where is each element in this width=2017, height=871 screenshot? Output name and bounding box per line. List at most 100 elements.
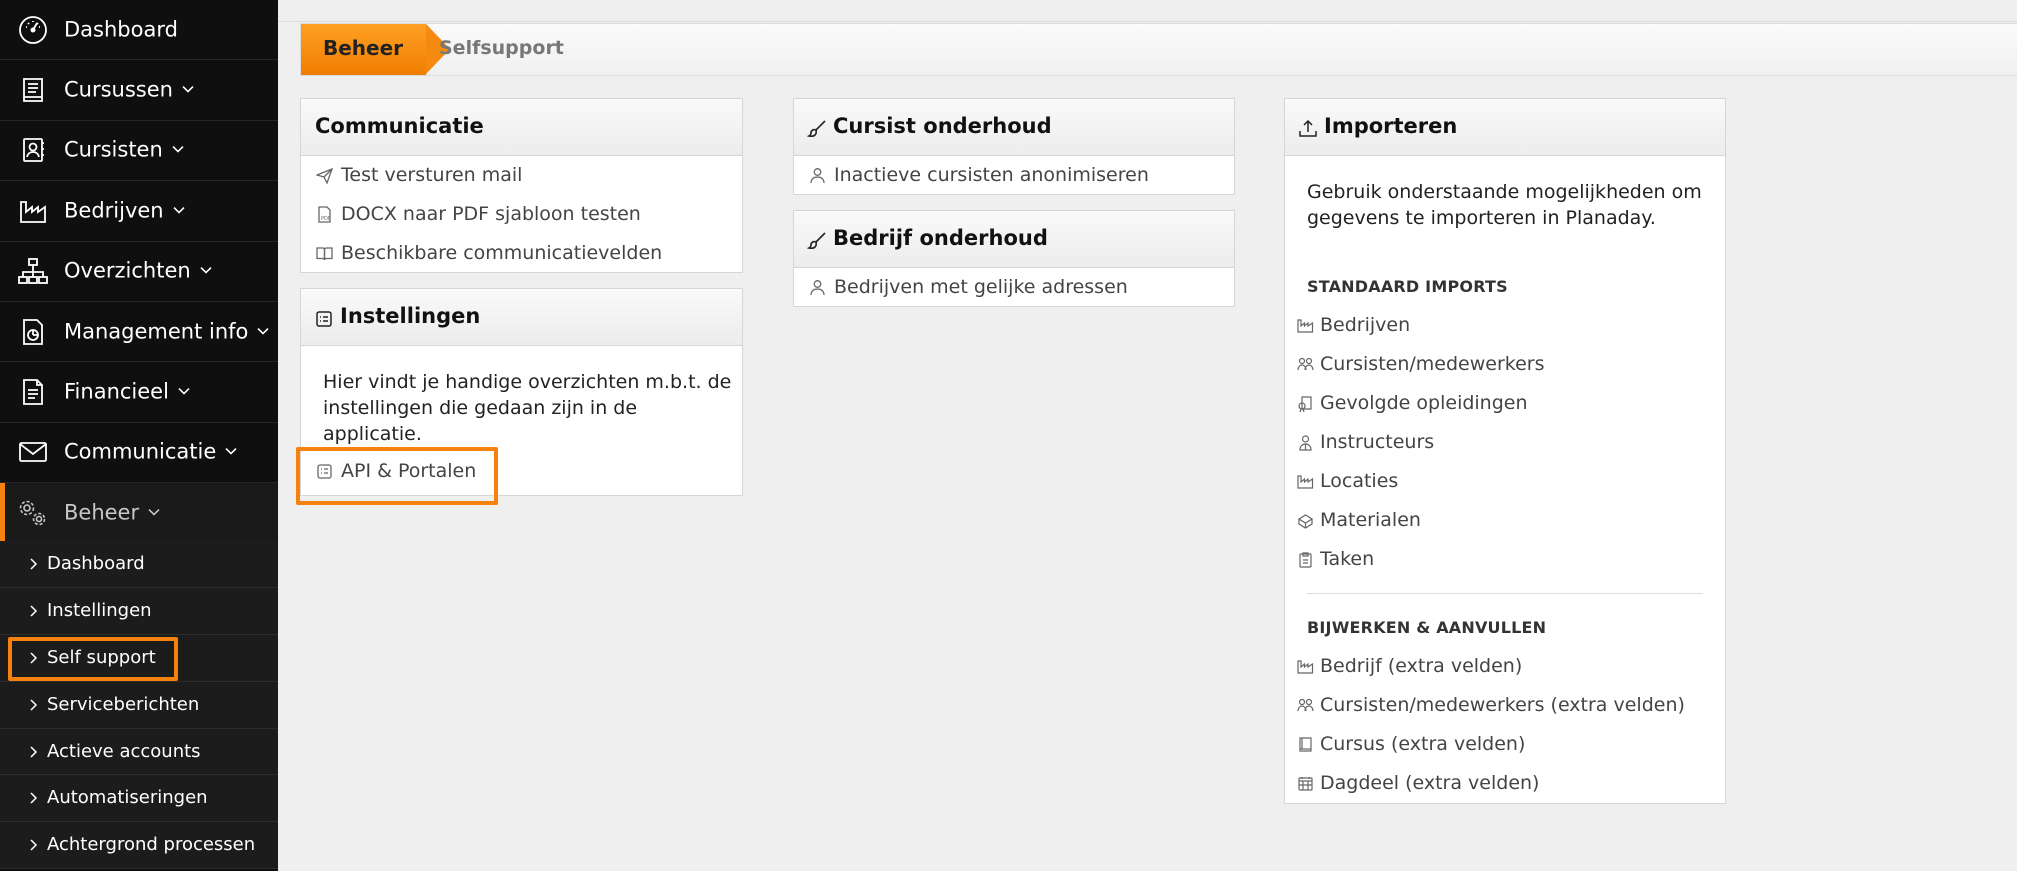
user-icon: [810, 168, 825, 184]
subnav-item-self-support[interactable]: Self support: [0, 635, 278, 682]
breadcrumb-item-beheer[interactable]: Beheer: [301, 24, 450, 75]
chevron-down-icon: [172, 146, 184, 154]
breadcrumb-item-selfsupport: Selfsupport: [439, 37, 564, 59]
link-docx-naar-pdf[interactable]: PDF DOCX naar PDF sjabloon testen: [301, 195, 742, 234]
link-label: Bedrijven met gelijke adressen: [834, 276, 1128, 298]
section-title-standaard-imports: STANDAARD IMPORTS: [1307, 277, 1508, 296]
subnav-item-dashboard[interactable]: Dashboard: [0, 541, 278, 588]
panel-title: Bedrijf onderhoud: [833, 226, 1048, 250]
import-link-gevolgde-opleidingen[interactable]: Gevolgde opleidingen: [1282, 384, 1722, 423]
chevron-right-icon: [30, 605, 38, 617]
subnav-item-label: Dashboard: [47, 553, 145, 575]
settings-list-icon: [316, 311, 332, 327]
link-label: Cursisten/medewerkers: [1320, 353, 1545, 375]
sidebar-item-beheer[interactable]: Beheer: [0, 483, 278, 544]
panel-cursist-onderhoud: Cursist onderhoud Inactieve cursisten an…: [793, 98, 1235, 195]
certificate-icon: [1298, 396, 1312, 412]
open-book-icon: [316, 247, 333, 261]
contact-icon: [16, 133, 50, 167]
import-link-materialen[interactable]: Materialen: [1282, 501, 1722, 540]
import-link-bedrijven[interactable]: Bedrijven: [1282, 306, 1722, 345]
subnav-item-instellingen[interactable]: Instellingen: [0, 588, 278, 635]
pdf-file-icon: PDF: [318, 206, 331, 223]
sidebar-item-overzichten[interactable]: Overzichten: [0, 242, 278, 302]
highlight-box: [296, 447, 498, 505]
link-label: Dagdeel (extra velden): [1320, 772, 1540, 794]
link-label: Instructeurs: [1320, 431, 1435, 453]
link-test-versturen-mail[interactable]: Test versturen mail: [301, 156, 742, 195]
factory-icon: [16, 194, 50, 228]
update-link-dagdeel-extra-velden[interactable]: Dagdeel (extra velden): [1282, 764, 1722, 803]
factory-icon: [1297, 319, 1314, 333]
link-label: Inactieve cursisten anonimiseren: [834, 164, 1149, 186]
link-label: DOCX naar PDF sjabloon testen: [341, 203, 641, 225]
import-link-instructeurs[interactable]: Instructeurs: [1282, 423, 1722, 462]
subnav-item-automatiseringen[interactable]: Automatiseringen: [0, 775, 278, 823]
import-link-taken[interactable]: Taken: [1282, 540, 1722, 579]
subnav-item-serviceberichten[interactable]: Serviceberichten: [0, 682, 278, 729]
chevron-down-icon: [225, 448, 237, 456]
sidebar-item-label: Overzichten: [64, 258, 191, 283]
subnav-item-label: Achtergrond processen: [47, 834, 256, 856]
sidebar-item-bedrijven[interactable]: Bedrijven: [0, 181, 278, 242]
link-label: Materialen: [1320, 509, 1421, 531]
sidebar-item-dashboard[interactable]: Dashboard: [0, 0, 278, 61]
calendar-icon: [1298, 777, 1313, 791]
chevron-right-icon: [30, 745, 38, 758]
panel-title: Cursist onderhoud: [833, 114, 1052, 138]
panel-header: Importeren: [1285, 99, 1725, 156]
sidebar-item-cursisten[interactable]: Cursisten: [0, 121, 278, 182]
sidebar-item-label: Communicatie: [64, 439, 217, 464]
panel-header: Communicatie: [301, 99, 742, 156]
panel-header: Instellingen: [301, 289, 742, 346]
section-divider: [1307, 593, 1703, 594]
dashboard-icon: [16, 13, 50, 47]
link-label: Cursus (extra velden): [1320, 733, 1526, 755]
link-label: Test versturen mail: [341, 164, 523, 186]
subnav-item-achtergrond-processen[interactable]: Achtergrond processen: [0, 822, 278, 870]
panel-title: Communicatie: [315, 114, 484, 138]
book-icon: [1299, 737, 1312, 752]
link-bedrijven-met-gelijke-adressen[interactable]: Bedrijven met gelijke adressen: [794, 268, 1234, 307]
update-link-cursus-extra-velden[interactable]: Cursus (extra velden): [1282, 725, 1722, 764]
svg-text:PDF: PDF: [321, 216, 331, 222]
sidebar-item-financieel[interactable]: Financieel: [0, 362, 278, 423]
invoice-icon: [16, 375, 50, 409]
users-icon: [1297, 357, 1314, 371]
chevron-down-icon: [200, 267, 212, 274]
section-title-bijwerken-aanvullen: BIJWERKEN & AANVULLEN: [1307, 618, 1547, 637]
breadcrumb: Beheer Selfsupport: [300, 23, 2017, 76]
panel-header: Bedrijf onderhoud: [794, 211, 1234, 268]
link-label: Cursisten/medewerkers (extra velden): [1320, 694, 1685, 716]
sidebar-item-communicatie[interactable]: Communicatie: [0, 423, 278, 484]
chevron-right-icon: [30, 558, 38, 570]
sidebar: Dashboard Cursussen Cursisten Bedrijven …: [0, 0, 278, 871]
sidebar-item-management-info[interactable]: Management info: [0, 302, 278, 363]
chevron-right-icon: [30, 792, 38, 804]
brush-icon: [807, 232, 826, 250]
sidebar-item-label: Cursisten: [64, 137, 163, 162]
import-link-locaties[interactable]: Locaties: [1282, 462, 1722, 501]
book-icon: [16, 73, 50, 107]
import-link-cursisten-medewerkers[interactable]: Cursisten/medewerkers: [1282, 345, 1722, 384]
sidebar-item-cursussen[interactable]: Cursussen: [0, 60, 278, 121]
subnav-item-actieve-accounts[interactable]: Actieve accounts: [0, 729, 278, 776]
user-icon: [810, 280, 825, 296]
sidebar-item-label: Financieel: [64, 379, 169, 404]
link-label: Locaties: [1320, 470, 1399, 492]
link-beschikbare-communicatievelden[interactable]: Beschikbare communicatievelden: [301, 234, 742, 273]
subnav-item-label: Serviceberichten: [47, 693, 200, 715]
update-link-bedrijf-extra-velden[interactable]: Bedrijf (extra velden): [1282, 647, 1722, 686]
upload-icon: [1299, 119, 1317, 137]
panel-bedrijf-onderhoud: Bedrijf onderhoud Bedrijven met gelijke …: [793, 210, 1235, 307]
top-divider: [278, 0, 2017, 22]
subnav-item-label: Self support: [47, 646, 156, 668]
chevron-right-icon: [30, 699, 38, 711]
sidebar-item-label: Beheer: [64, 500, 140, 525]
link-label: Bedrijf (extra velden): [1320, 655, 1523, 677]
link-label: Taken: [1320, 548, 1375, 570]
update-link-cursisten-extra-velden[interactable]: Cursisten/medewerkers (extra velden): [1282, 686, 1722, 725]
instructor-icon: [1299, 435, 1312, 451]
panel-description: Gebruik onderstaande mogelijkheden om ge…: [1307, 181, 1702, 229]
link-inactieve-cursisten-anonimiseren[interactable]: Inactieve cursisten anonimiseren: [794, 156, 1234, 195]
